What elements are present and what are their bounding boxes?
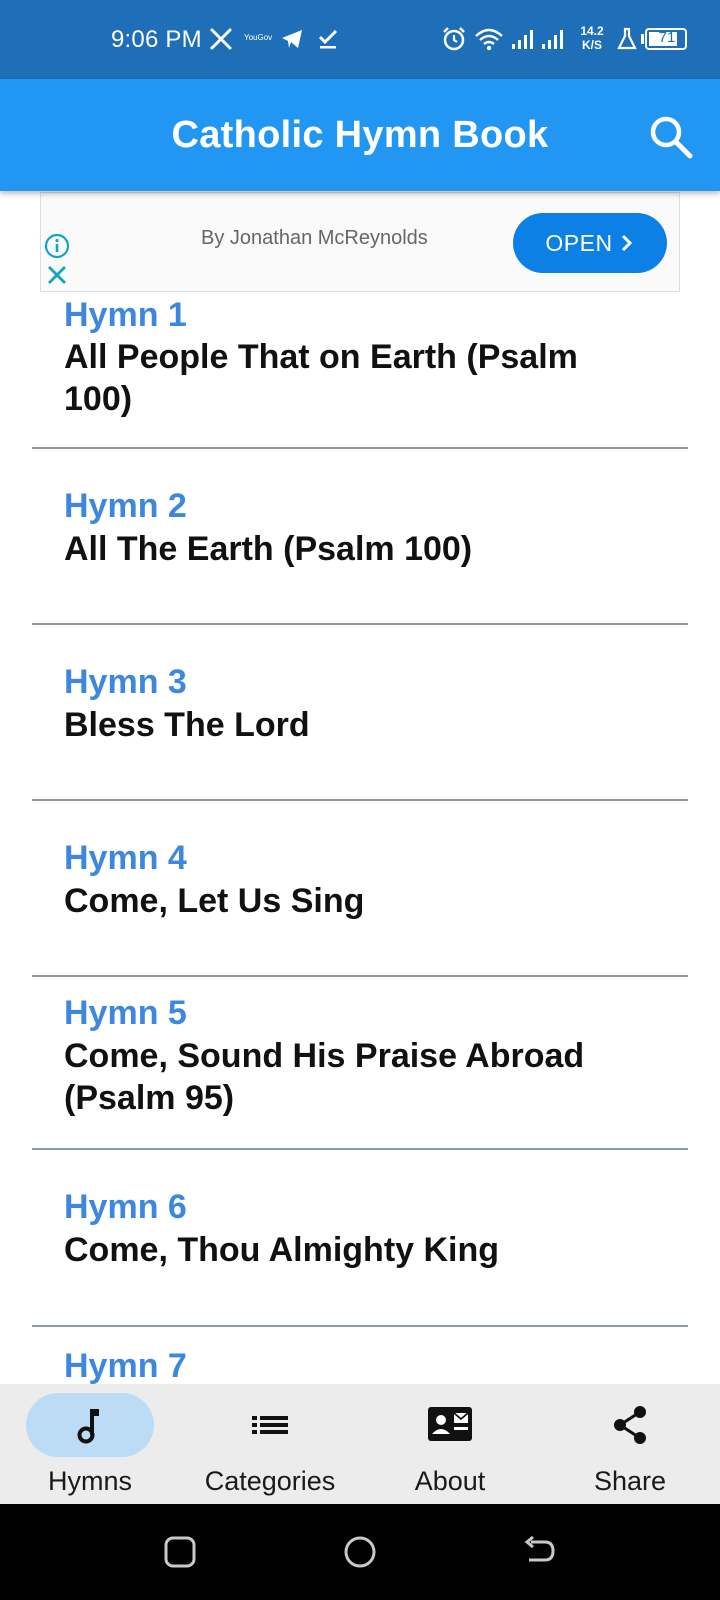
ad-text: By Jonathan McReynolds xyxy=(201,227,428,249)
status-time: 9:06 PM xyxy=(111,26,202,53)
recents-icon[interactable] xyxy=(159,1532,201,1574)
nav-item-about[interactable]: About xyxy=(360,1384,540,1504)
music-note-icon xyxy=(66,1403,114,1447)
lab-flask-icon xyxy=(617,27,637,56)
list-item[interactable]: Hymn 3 Bless The Lord xyxy=(32,625,688,801)
contact-card-icon xyxy=(426,1403,474,1447)
alarm-icon xyxy=(441,26,467,57)
search-button[interactable] xyxy=(648,114,694,160)
hymn-title: Come, Thou Almighty King xyxy=(64,1231,500,1269)
list-item[interactable]: Hymn 5 Come, Sound His Praise Abroad (Ps… xyxy=(32,977,688,1150)
list-item[interactable]: Hymn 4 Come, Let Us Sing xyxy=(32,801,688,977)
hymn-number: Hymn 6 xyxy=(64,1188,187,1226)
back-icon[interactable] xyxy=(519,1532,561,1574)
hymn-title: Come, Let Us Sing xyxy=(64,882,365,920)
nav-label: Hymns xyxy=(47,1466,132,1496)
ad-banner[interactable]: By Jonathan McReynolds OPEN xyxy=(40,192,680,292)
chevron-right-icon xyxy=(621,234,632,252)
wifi-icon xyxy=(474,26,504,57)
hymn-number: Hymn 3 xyxy=(64,663,187,701)
yougov-icon: YouGov xyxy=(244,33,273,42)
app-bar: Catholic Hymn Book xyxy=(0,79,720,191)
list-item[interactable]: Hymn 7 xyxy=(32,1327,688,1384)
hymn-number: Hymn 1 xyxy=(64,296,187,334)
list-icon xyxy=(246,1403,294,1447)
signal-icon xyxy=(510,28,536,55)
list-item[interactable]: Hymn 2 All The Earth (Psalm 100) xyxy=(32,449,688,625)
hymn-number: Hymn 5 xyxy=(64,994,187,1032)
signal-icon xyxy=(540,28,566,55)
net-speed-unit: K/S xyxy=(581,38,602,52)
nav-label: Share xyxy=(593,1466,667,1496)
nav-item-hymns[interactable]: Hymns xyxy=(0,1384,180,1504)
x-logo-icon xyxy=(209,27,233,56)
battery-level: 71 xyxy=(658,29,676,46)
hymn-title: Come, Sound His Praise Abroad (Psalm 95) xyxy=(64,1037,585,1117)
hymn-title: Bless The Lord xyxy=(64,706,310,744)
net-speed-value: 14.2 xyxy=(580,24,604,38)
net-speed: 14.2 K/S xyxy=(574,24,610,52)
hymn-list[interactable]: Hymn 1 All People That on Earth (Psalm 1… xyxy=(0,292,720,1384)
battery-icon: 71 xyxy=(640,27,688,56)
hymn-title: All People That on Earth (Psalm 100) xyxy=(64,338,578,418)
bottom-navigation: Hymns Categories About Share xyxy=(0,1384,720,1504)
ad-open-button[interactable]: OPEN xyxy=(513,213,667,273)
list-item[interactable]: Hymn 6 Come, Thou Almighty King xyxy=(32,1150,688,1327)
hymn-number: Hymn 2 xyxy=(64,487,187,525)
hymn-title: All The Earth (Psalm 100) xyxy=(64,530,473,568)
nav-item-share[interactable]: Share xyxy=(540,1384,720,1504)
search-icon xyxy=(650,116,693,159)
ad-info-icon[interactable] xyxy=(44,233,70,259)
hymn-number: Hymn 7 xyxy=(64,1347,187,1384)
nav-item-categories[interactable]: Categories xyxy=(180,1384,360,1504)
home-icon[interactable] xyxy=(339,1532,381,1574)
status-bar: 9:06 PM YouGov 14.2 K/S 71 xyxy=(0,0,720,79)
ad-open-label: OPEN xyxy=(545,229,613,256)
telegram-icon xyxy=(280,28,304,55)
share-icon xyxy=(606,1403,654,1447)
system-navigation-bar xyxy=(0,1504,720,1600)
check-icon xyxy=(316,27,340,56)
ad-close-icon[interactable] xyxy=(45,263,69,287)
nav-label: Categories xyxy=(204,1466,336,1496)
nav-label: About xyxy=(414,1466,486,1496)
page-title: Catholic Hymn Book xyxy=(171,114,549,156)
hymn-number: Hymn 4 xyxy=(64,839,187,877)
list-item[interactable]: Hymn 1 All People That on Earth (Psalm 1… xyxy=(32,292,688,449)
